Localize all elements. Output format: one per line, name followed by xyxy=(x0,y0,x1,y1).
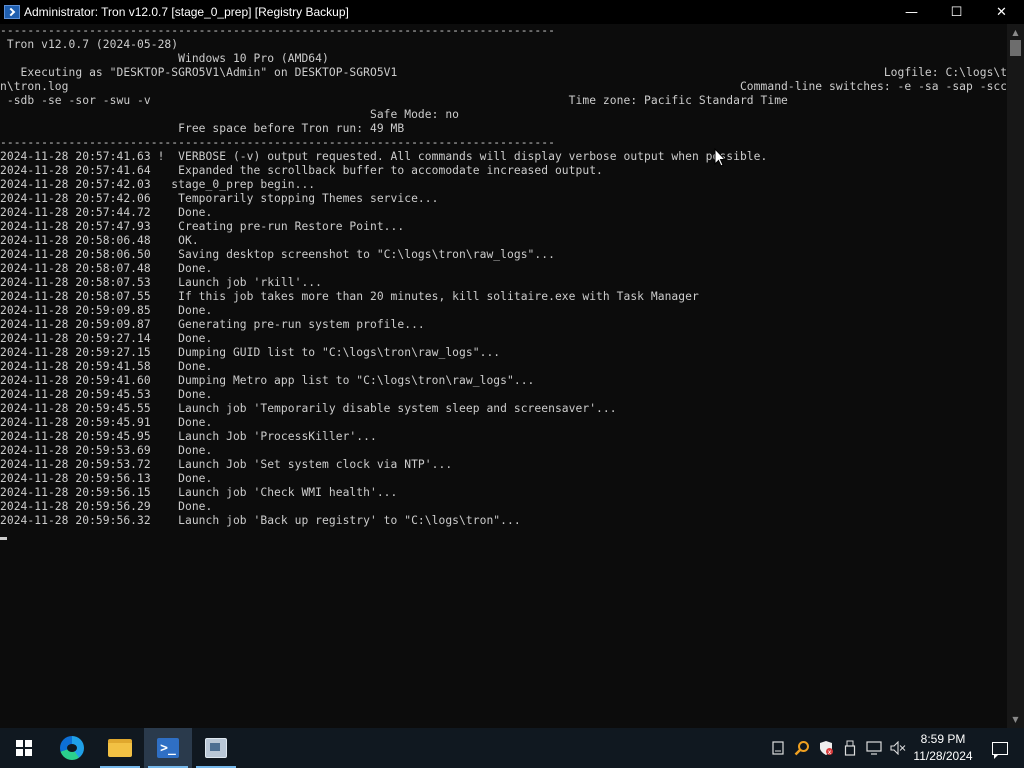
mouse-pointer-icon xyxy=(714,148,726,167)
console-line: Windows 10 Pro (AMD64) xyxy=(0,52,329,65)
taskbar-item-file-explorer[interactable] xyxy=(96,728,144,768)
console-line: Free space before Tron run: 49 MB xyxy=(0,122,405,135)
vertical-scrollbar[interactable]: ▲ ▼ xyxy=(1007,24,1024,728)
window-controls: — ☐ ✕ xyxy=(889,0,1024,24)
console-line: 2024-11-28 20:59:45.91 Done. xyxy=(0,416,213,429)
volume-muted-icon[interactable] xyxy=(886,728,910,768)
console-line: 2024-11-28 20:59:53.72 Launch Job 'Set s… xyxy=(0,458,453,471)
clock-date: 11/28/2024 xyxy=(913,749,973,763)
text-cursor xyxy=(0,537,7,540)
powershell-glyph: >_ xyxy=(160,740,176,756)
folder-icon xyxy=(108,739,132,757)
clock-time: 8:59 PM xyxy=(920,732,966,746)
taskbar-item-tool[interactable] xyxy=(192,728,240,768)
console-line: Executing as "DESKTOP-SGRO5V1\Admin" on … xyxy=(0,66,1006,79)
keyboard-icon[interactable] xyxy=(766,728,790,768)
start-button[interactable] xyxy=(0,728,48,768)
console-line: 2024-11-28 20:58:07.53 Launch job 'rkill… xyxy=(0,276,323,289)
console-line: 2024-11-28 20:59:53.69 Done. xyxy=(0,444,213,457)
console-line: Tron v12.0.7 (2024-05-28) xyxy=(0,38,179,51)
console-line: ----------------------------------------… xyxy=(0,136,555,149)
console-line: n\tron.log Command-line switches: -e -sa… xyxy=(0,80,1006,93)
console-line: 2024-11-28 20:57:47.93 Creating pre-run … xyxy=(0,220,405,233)
console-line: 2024-11-28 20:58:06.50 Saving desktop sc… xyxy=(0,248,555,261)
console-line: -sdb -se -sor -swu -v Time zone: Pacific… xyxy=(0,94,788,107)
console-line: 2024-11-28 20:59:56.32 Launch job 'Back … xyxy=(0,514,521,527)
powershell-window[interactable]: Administrator: Tron v12.0.7 [stage_0_pre… xyxy=(0,0,1024,728)
clock[interactable]: 8:59 PM 11/28/2024 xyxy=(910,728,976,768)
powershell-icon xyxy=(4,5,20,19)
maximize-icon: ☐ xyxy=(950,4,963,20)
console-line: 2024-11-28 20:57:41.64 Expanded the scro… xyxy=(0,164,603,177)
close-icon: ✕ xyxy=(996,4,1007,20)
title-bar[interactable]: Administrator: Tron v12.0.7 [stage_0_pre… xyxy=(0,0,1024,24)
console-line: 2024-11-28 20:59:09.85 Done. xyxy=(0,304,213,317)
console-line: 2024-11-28 20:59:45.95 Launch Job 'Proce… xyxy=(0,430,377,443)
search-tool-icon[interactable] xyxy=(790,728,814,768)
console-line: 2024-11-28 20:59:45.53 Done. xyxy=(0,388,213,401)
usb-icon[interactable] xyxy=(838,728,862,768)
console-line: 2024-11-28 20:59:56.15 Launch job 'Check… xyxy=(0,486,398,499)
scroll-up-icon[interactable]: ▲ xyxy=(1007,24,1024,41)
console-line: ----------------------------------------… xyxy=(0,24,555,37)
console-line: 2024-11-28 20:57:41.63 ! VERBOSE (-v) ou… xyxy=(0,150,768,163)
console-line: 2024-11-28 20:57:42.03 stage_0_prep begi… xyxy=(0,178,316,191)
console-line: 2024-11-28 20:59:41.58 Done. xyxy=(0,360,213,373)
notification-icon xyxy=(992,741,1008,759)
console-line: 2024-11-28 20:59:27.15 Dumping GUID list… xyxy=(0,346,501,359)
console-line: 2024-11-28 20:59:45.55 Launch job 'Tempo… xyxy=(0,402,617,415)
console-line: 2024-11-28 20:58:07.55 If this job takes… xyxy=(0,290,699,303)
taskbar: >_ x 8:59 PM 11/28/2024 xyxy=(0,728,1024,768)
console-line: 2024-11-28 20:58:07.48 Done. xyxy=(0,262,213,275)
edge-icon xyxy=(60,736,84,760)
minimize-icon: — xyxy=(905,4,918,20)
network-icon[interactable] xyxy=(862,728,886,768)
defender-shield-icon[interactable]: x xyxy=(814,728,838,768)
app-window-icon xyxy=(205,738,227,758)
console-line: 2024-11-28 20:59:41.60 Dumping Metro app… xyxy=(0,374,535,387)
console-text: ----------------------------------------… xyxy=(0,24,1006,528)
console-line: 2024-11-28 20:58:06.48 OK. xyxy=(0,234,199,247)
scroll-down-icon[interactable]: ▼ xyxy=(1007,711,1024,728)
console-line: 2024-11-28 20:59:09.87 Generating pre-ru… xyxy=(0,318,425,331)
window-title: Administrator: Tron v12.0.7 [stage_0_pre… xyxy=(24,5,349,19)
console-output[interactable]: ----------------------------------------… xyxy=(0,24,1006,728)
svg-text:x: x xyxy=(828,749,832,756)
console-line: 2024-11-28 20:57:44.72 Done. xyxy=(0,206,213,219)
console-line: Safe Mode: no xyxy=(0,108,460,121)
windows-logo-icon xyxy=(16,740,32,756)
console-line: 2024-11-28 20:59:56.13 Done. xyxy=(0,472,213,485)
maximize-button[interactable]: ☐ xyxy=(934,0,979,24)
console-line: 2024-11-28 20:59:56.29 Done. xyxy=(0,500,213,513)
notification-center-button[interactable] xyxy=(976,728,1024,768)
taskbar-item-edge[interactable] xyxy=(48,728,96,768)
powershell-icon: >_ xyxy=(157,738,179,758)
taskbar-item-powershell[interactable]: >_ xyxy=(144,728,192,768)
system-tray: x 8:59 PM 11/28/2024 xyxy=(766,728,1024,768)
console-line: 2024-11-28 20:59:27.14 Done. xyxy=(0,332,213,345)
console-line: 2024-11-28 20:57:42.06 Temporarily stopp… xyxy=(0,192,439,205)
minimize-button[interactable]: — xyxy=(889,0,934,24)
close-button[interactable]: ✕ xyxy=(979,0,1024,24)
scroll-thumb[interactable] xyxy=(1010,40,1021,56)
